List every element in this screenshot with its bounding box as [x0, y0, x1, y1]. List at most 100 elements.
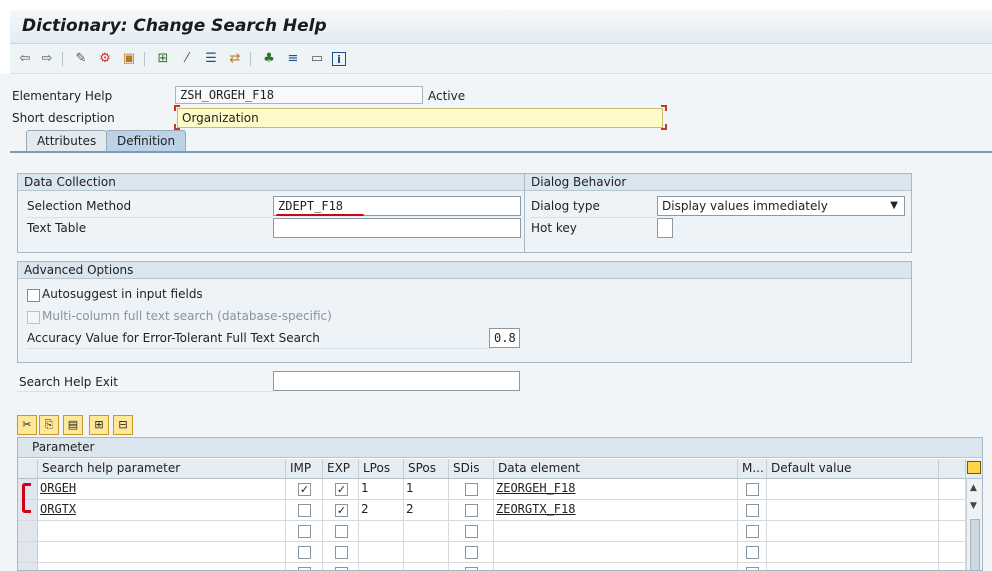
- table-cell-data-element[interactable]: [494, 521, 738, 542]
- dialog-type-select[interactable]: Display values immediately ▼: [657, 196, 905, 216]
- select-all-header[interactable]: [18, 459, 38, 479]
- m-checkbox[interactable]: [746, 504, 759, 517]
- exp-checkbox[interactable]: [335, 525, 348, 538]
- scroll-down-icon[interactable]: ▼: [970, 501, 977, 511]
- table-cell-spos[interactable]: [404, 563, 449, 570]
- imp-checkbox[interactable]: ✓: [298, 483, 311, 496]
- sdis-checkbox[interactable]: [465, 483, 478, 496]
- insert-row-icon[interactable]: ⊞: [89, 415, 109, 435]
- data-element-link[interactable]: ZEORGTX_F18: [496, 502, 575, 516]
- navigation-icon[interactable]: ⇄: [226, 50, 244, 67]
- m-checkbox[interactable]: [746, 483, 759, 496]
- paste-icon[interactable]: ▤: [63, 415, 83, 435]
- scroll-thumb[interactable]: [970, 519, 980, 570]
- table-cell-default[interactable]: [767, 542, 939, 563]
- table-cell-sdis[interactable]: [449, 521, 494, 542]
- imp-checkbox[interactable]: [298, 525, 311, 538]
- imp-checkbox[interactable]: [298, 546, 311, 559]
- row-selector[interactable]: [18, 542, 38, 563]
- chevron-down-icon[interactable]: ▼: [890, 200, 898, 211]
- table-cell-spos[interactable]: 1: [404, 479, 449, 500]
- table-cell-spos[interactable]: [404, 521, 449, 542]
- table-cell-default[interactable]: [767, 479, 939, 500]
- hierarchy-icon[interactable]: ♣: [260, 50, 278, 67]
- search-help-exit-input[interactable]: [273, 371, 520, 391]
- table-cell-param[interactable]: [38, 521, 286, 542]
- exp-checkbox[interactable]: [335, 567, 348, 570]
- table-cell-data-element[interactable]: [494, 542, 738, 563]
- table-cell-imp[interactable]: [286, 521, 323, 542]
- table-scrollbar[interactable]: ▲ ▼: [966, 479, 982, 570]
- exp-checkbox[interactable]: ✓: [335, 483, 348, 496]
- column-header-imp[interactable]: IMP: [286, 459, 323, 479]
- column-header-default-value[interactable]: Default value: [767, 459, 939, 479]
- sdis-checkbox[interactable]: [465, 567, 478, 570]
- autosuggest-checkbox[interactable]: [27, 289, 40, 302]
- parameter-name[interactable]: ORGTX: [40, 502, 76, 516]
- tab-definition[interactable]: Definition: [106, 130, 187, 151]
- column-header-sdis[interactable]: SDis: [449, 459, 494, 479]
- column-header-parameter[interactable]: Search help parameter: [38, 459, 286, 479]
- table-cell-data-element[interactable]: ZEORGTX_F18: [494, 500, 738, 521]
- table-cell-imp[interactable]: [286, 563, 323, 570]
- table-cell-default[interactable]: [767, 521, 939, 542]
- data-element-link[interactable]: ZEORGEH_F18: [496, 481, 575, 495]
- table-cell-data-element[interactable]: [494, 563, 738, 570]
- sdis-checkbox[interactable]: [465, 546, 478, 559]
- other-object-icon[interactable]: ⚙: [96, 50, 114, 67]
- table-cell-imp[interactable]: ✓: [286, 479, 323, 500]
- m-checkbox[interactable]: [746, 525, 759, 538]
- table-cell-sdis[interactable]: [449, 479, 494, 500]
- copy-icon[interactable]: ⎘: [39, 415, 59, 435]
- exp-checkbox[interactable]: ✓: [335, 504, 348, 517]
- scroll-up-icon[interactable]: ▲: [970, 483, 977, 493]
- delete-row-icon[interactable]: ⊟: [113, 415, 133, 435]
- sdis-checkbox[interactable]: [465, 504, 478, 517]
- table-cell-lpos[interactable]: [359, 563, 404, 570]
- table-cell-spos[interactable]: [404, 542, 449, 563]
- table-cell-sdis[interactable]: [449, 563, 494, 570]
- forward-arrow-icon[interactable]: ⇨: [38, 50, 56, 67]
- table-cell-m[interactable]: [738, 542, 767, 563]
- table-cell-lpos[interactable]: [359, 542, 404, 563]
- table-cell-exp[interactable]: [323, 521, 359, 542]
- m-checkbox[interactable]: [746, 567, 759, 570]
- accuracy-input[interactable]: 0.8: [489, 328, 520, 348]
- row-selector[interactable]: [18, 563, 38, 570]
- column-header-lpos[interactable]: LPos: [359, 459, 404, 479]
- m-checkbox[interactable]: [746, 546, 759, 559]
- table-cell-param[interactable]: [38, 563, 286, 570]
- layout-icon[interactable]: ▭: [308, 50, 326, 67]
- hot-key-input[interactable]: [657, 218, 673, 238]
- row-selector[interactable]: [18, 521, 38, 542]
- table-cell-m[interactable]: [738, 500, 767, 521]
- table-cell-lpos[interactable]: 2: [359, 500, 404, 521]
- column-header-mandatory[interactable]: M...: [738, 459, 767, 479]
- table-cell-default[interactable]: [767, 500, 939, 521]
- table-cell-imp[interactable]: [286, 500, 323, 521]
- table-cell-sdis[interactable]: [449, 542, 494, 563]
- table-cell-exp[interactable]: ✓: [323, 500, 359, 521]
- tab-attributes[interactable]: Attributes: [26, 130, 108, 151]
- selection-method-input[interactable]: ZDEPT_F18: [273, 196, 521, 216]
- table-cell-param[interactable]: [38, 542, 286, 563]
- column-header-data-element[interactable]: Data element: [494, 459, 738, 479]
- sdis-checkbox[interactable]: [465, 525, 478, 538]
- column-header-spos[interactable]: SPos: [404, 459, 449, 479]
- cut-icon[interactable]: ✂: [17, 415, 37, 435]
- text-table-input[interactable]: [273, 218, 521, 238]
- table-cell-lpos[interactable]: 1: [359, 479, 404, 500]
- table-cell-m[interactable]: [738, 521, 767, 542]
- table-cell-m[interactable]: [738, 563, 767, 570]
- short-description-input[interactable]: Organization: [177, 108, 663, 128]
- table-cell-exp[interactable]: [323, 542, 359, 563]
- parameter-name[interactable]: ORGEH: [40, 481, 76, 495]
- table-cell-spos[interactable]: 2: [404, 500, 449, 521]
- where-used-icon[interactable]: ⊞: [154, 50, 172, 67]
- table-settings-icon[interactable]: [966, 459, 982, 479]
- table-cell-sdis[interactable]: [449, 500, 494, 521]
- column-header-exp[interactable]: EXP: [323, 459, 359, 479]
- table-cell-imp[interactable]: [286, 542, 323, 563]
- table-cell-data-element[interactable]: ZEORGEH_F18: [494, 479, 738, 500]
- exp-checkbox[interactable]: [335, 546, 348, 559]
